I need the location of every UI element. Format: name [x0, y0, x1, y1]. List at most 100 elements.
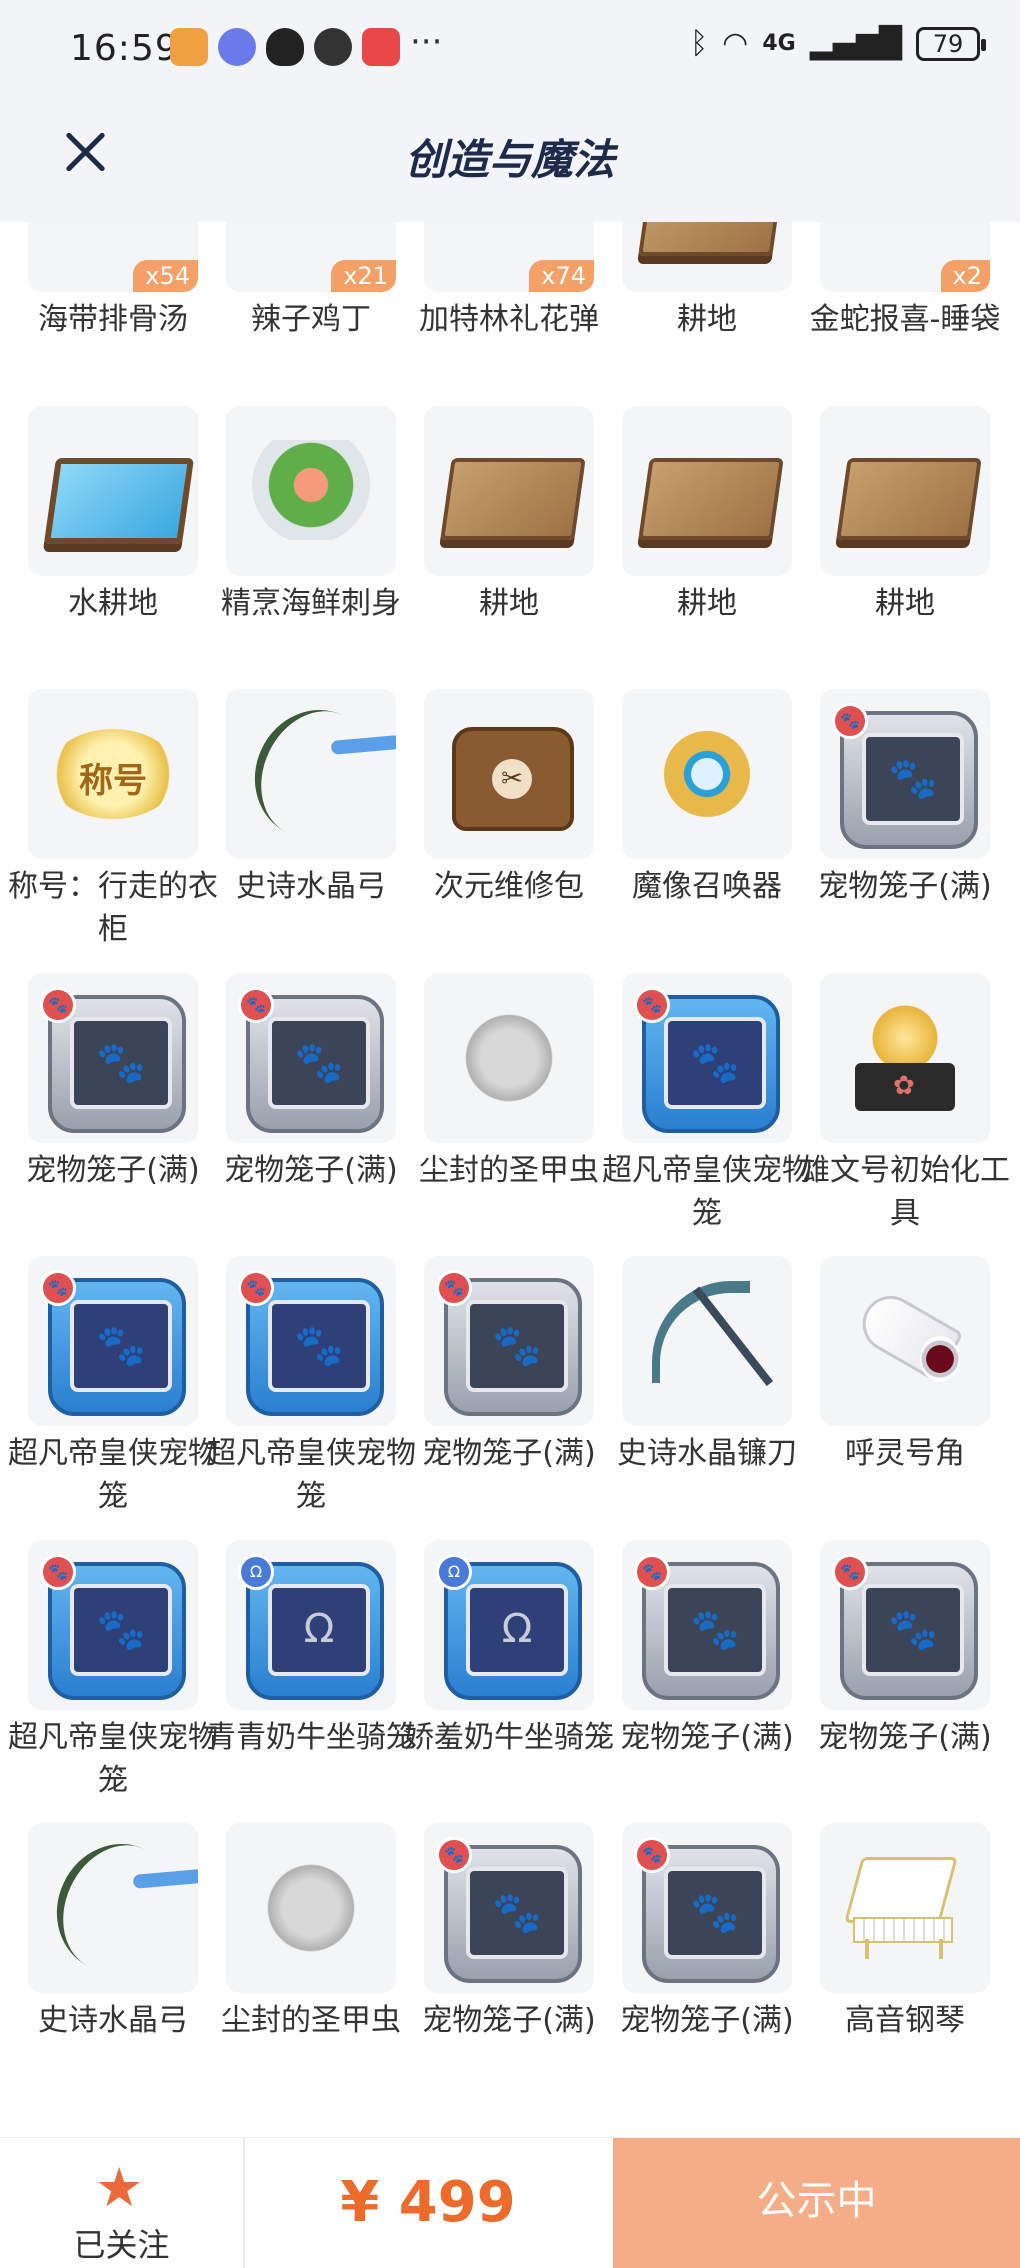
sashimi-icon [248, 440, 374, 540]
item-thumbnail: ΩΩ [424, 1540, 594, 1710]
item-thumbnail [226, 406, 396, 576]
item-thumbnail: 🐾 🐾 [820, 689, 990, 859]
item-card[interactable]: 🐾 🐾 宠物笼子(满) [594, 1540, 794, 1824]
farmland-icon [440, 458, 586, 540]
item-thumbnail: 🐾 🐾 [28, 973, 198, 1143]
item-card[interactable]: 史诗水晶弓 [0, 1823, 198, 2070]
item-name: 超凡帝皇侠宠物笼 [602, 1153, 812, 1231]
item-card[interactable]: 🐾 🐾 超凡帝皇侠宠物笼 [594, 973, 812, 1257]
star-icon: ★ [95, 2156, 144, 2219]
item-thumbnail [424, 689, 594, 859]
pet-cage-icon: 🐾 🐾 [634, 1554, 780, 1700]
beetle-icon [261, 1858, 361, 1958]
status-bar: 16:59 ··· ᛒ ◠ 4G ▂▄▆█ 79 [0, 0, 1020, 100]
item-name: 宠物笼子(满) [818, 1720, 992, 1755]
item-thumbnail: x54 [28, 222, 198, 292]
item-thumbnail [622, 222, 792, 292]
quantity-badge: x21 [331, 260, 396, 292]
beetle-icon [459, 1008, 559, 1108]
item-name: 尘封的圣甲虫 [419, 1153, 599, 1188]
item-name: 宠物笼子(满) [224, 1153, 398, 1188]
item-card[interactable]: 次元维修包 [396, 689, 594, 973]
item-thumbnail: x74 [424, 222, 594, 292]
item-card[interactable]: 🐾 🐾 宠物笼子(满) [198, 973, 398, 1257]
item-name: 耕地 [677, 586, 737, 621]
signal-icon: ▂▄▆█ [809, 26, 902, 61]
item-name: 娇羞奶牛坐骑笼 [404, 1720, 614, 1755]
bottom-bar: ★ 已关注 ¥ 499 公示中 [0, 2137, 1020, 2268]
item-card[interactable]: 🐾 🐾 宠物笼子(满) [396, 1823, 596, 2070]
title-badge-icon: 称号 [48, 729, 178, 819]
follow-label: 已关注 [73, 2226, 170, 2264]
item-name: 青青奶牛坐骑笼 [206, 1720, 416, 1755]
item-card[interactable]: 尘封的圣甲虫 [198, 1823, 401, 2070]
more-notifications-icon: ··· [410, 22, 443, 62]
item-card[interactable]: Ω Ω 青青奶牛坐骑笼 [198, 1540, 416, 1824]
scythe-icon [652, 1281, 774, 1401]
item-thumbnail [820, 406, 990, 576]
item-thumbnail: 🐾 🐾 [622, 1823, 792, 1993]
item-card[interactable]: 🐾 🐾 超凡帝皇侠宠物笼 [198, 1256, 416, 1540]
pet-cage-icon: 🐾 🐾 [832, 1554, 978, 1700]
item-thumbnail [622, 689, 792, 859]
bow-icon [36, 1824, 198, 1992]
item-card[interactable]: 🐾 🐾 超凡帝皇侠宠物笼 [0, 1540, 218, 1824]
golem-summoner-icon [652, 729, 762, 819]
item-card[interactable]: x2 金蛇报喜-睡袋 [792, 222, 1000, 406]
item-thumbnail: x21 [226, 222, 396, 292]
item-card[interactable]: 高音钢琴 [792, 1823, 990, 2070]
item-card[interactable]: 耕地 [792, 406, 990, 690]
item-card[interactable]: 水耕地 [0, 406, 198, 690]
item-card[interactable]: 耕地 [396, 406, 594, 690]
item-card[interactable]: 🐾 🐾 宠物笼子(满) [792, 689, 992, 973]
item-card[interactable]: Ω Ω 娇羞奶牛坐骑笼 [396, 1540, 614, 1824]
item-name: 史诗水晶弓 [38, 2003, 188, 2038]
item-thumbnail [424, 973, 594, 1143]
item-card[interactable]: 🐾 🐾 宠物笼子(满) [594, 1823, 794, 2070]
item-card[interactable]: 称号称号：行走的衣柜 [0, 689, 218, 973]
item-thumbnail: 🐾 🐾 [424, 1823, 594, 1993]
item-name: 史诗水晶镰刀 [617, 1436, 797, 1471]
item-thumbnail: 🐾 🐾 [622, 1540, 792, 1710]
item-thumbnail [820, 1823, 990, 1993]
item-card[interactable]: 🐾 🐾 宠物笼子(满) [0, 973, 200, 1257]
item-card[interactable]: 耕地 [594, 222, 792, 406]
item-name: 魔像召唤器 [632, 869, 782, 904]
item-name: 宠物笼子(满) [422, 2003, 596, 2038]
page-title: 创造与魔法 [404, 135, 615, 184]
item-thumbnail [820, 973, 990, 1143]
item-card[interactable]: 呼灵号角 [792, 1256, 990, 1540]
item-card[interactable]: 精烹海鲜刺身 [198, 406, 401, 690]
item-card[interactable]: x54 海带排骨汤 [0, 222, 198, 406]
item-thumbnail [28, 406, 198, 576]
qq-notification-icon [266, 28, 304, 66]
item-card[interactable]: 🐾 🐾 超凡帝皇侠宠物笼 [0, 1256, 218, 1540]
status-button[interactable]: 公示中 [613, 2138, 1020, 2268]
tool-box-icon [850, 1003, 960, 1113]
item-name: 辣子鸡丁 [251, 302, 371, 337]
item-card[interactable]: x74 加特林礼花弹 [396, 222, 599, 406]
item-card[interactable]: x21 辣子鸡丁 [198, 222, 396, 406]
follow-button[interactable]: ★ 已关注 [0, 2138, 245, 2268]
pet-cage-icon: 🐾 🐾 [634, 987, 780, 1133]
horn-icon [850, 1285, 964, 1396]
pet-cage-icon: 🐾 🐾 [40, 1554, 186, 1700]
item-name: 史诗水晶弓 [236, 869, 386, 904]
item-name: 超凡帝皇侠宠物笼 [8, 1720, 218, 1798]
item-card[interactable]: 史诗水晶弓 [198, 689, 396, 973]
farmland-icon [638, 458, 784, 540]
quantity-badge: x54 [133, 260, 198, 292]
item-name: 称号：行走的衣柜 [8, 869, 218, 947]
item-card[interactable]: 史诗水晶镰刀 [594, 1256, 797, 1540]
item-name: 精烹海鲜刺身 [221, 586, 401, 621]
pet-cage-icon: 🐾 🐾 [436, 1270, 582, 1416]
app-notification-icon [170, 28, 208, 66]
item-card[interactable]: 🐾 🐾 宠物笼子(满) [396, 1256, 596, 1540]
item-card[interactable]: 雄文号初始化工具 [792, 973, 1010, 1257]
bow-icon [234, 690, 396, 858]
item-card[interactable]: 🐾 🐾 宠物笼子(满) [792, 1540, 992, 1824]
item-card[interactable]: 尘封的圣甲虫 [396, 973, 599, 1257]
item-card[interactable]: 魔像召唤器 [594, 689, 792, 973]
item-card[interactable]: 耕地 [594, 406, 792, 690]
item-grid[interactable]: x54 海带排骨汤 x21 辣子鸡丁 x74 加特林礼花弹 耕地 x2 金蛇报喜-睡袋 水耕地 精烹… [0, 222, 1020, 2070]
